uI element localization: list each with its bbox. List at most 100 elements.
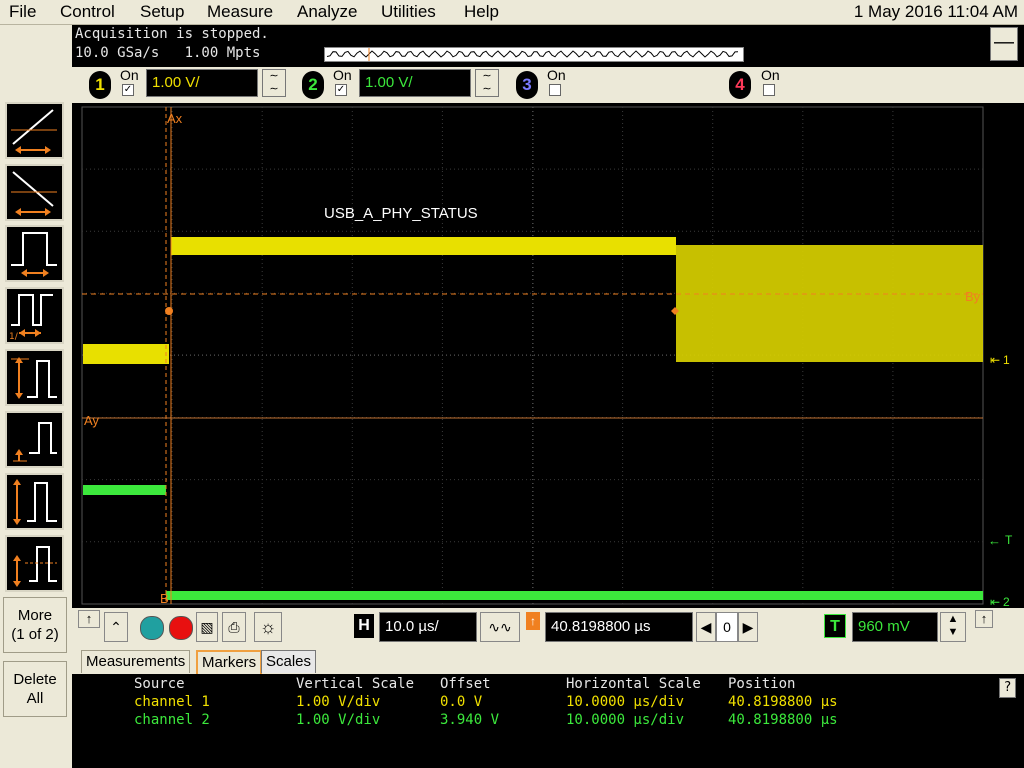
menu-analyze[interactable]: Analyze: [297, 2, 357, 22]
menu-control[interactable]: Control: [60, 2, 115, 22]
single-button[interactable]: ▧: [196, 612, 218, 642]
channel-3-badge[interactable]: 3: [516, 71, 538, 99]
menu-file[interactable]: File: [9, 2, 36, 22]
header-source: Source: [134, 676, 185, 692]
ch1-marker-label: 1: [1003, 353, 1010, 367]
timeline-waveform-icon: [326, 48, 739, 61]
channel-1-scale[interactable]: 1.00 V/: [146, 69, 258, 97]
tab-markers[interactable]: Markers: [196, 650, 263, 674]
channel-4-badge[interactable]: 4: [729, 71, 751, 99]
left-toolbar: 1/ More (1 of 2) Delete All: [0, 25, 72, 768]
position-left-button[interactable]: ◀: [696, 612, 716, 642]
ch2-trace-high: [83, 485, 166, 495]
menu-measure[interactable]: Measure: [207, 2, 273, 22]
transition-icon: [13, 479, 57, 525]
setup-hold-icon: [13, 422, 57, 462]
memory-timeline[interactable]: [324, 47, 744, 62]
period-trigger-button[interactable]: 1/: [5, 287, 64, 344]
row1-source: channel 1: [134, 694, 210, 710]
more-button[interactable]: More (1 of 2): [3, 597, 67, 653]
ch1-trace-low: [83, 344, 169, 364]
zoom-spinner[interactable]: ⌃: [104, 612, 128, 642]
marker-ax-label: Ax: [167, 111, 183, 126]
channel-1-badge[interactable]: 1: [89, 71, 111, 99]
row2-vertical-scale: 1.00 V/div: [296, 712, 381, 728]
falling-edge-trigger-button[interactable]: [5, 164, 64, 221]
row2-offset: 3.940 V: [440, 712, 500, 728]
header-offset: Offset: [440, 676, 491, 692]
position-right-button[interactable]: ▶: [738, 612, 758, 642]
waveform-annotation: USB_A_PHY_STATUS: [324, 205, 478, 222]
channel-bar: 1 On ✓ 1.00 V/ ∼ ∼ 2 On ✓ 1.00 V/ ∼ ∼ 3 On…: [72, 67, 1024, 103]
tab-scales[interactable]: Scales: [261, 650, 317, 673]
ch2-trace-low: [166, 591, 983, 600]
channel-1-checkbox[interactable]: ✓: [122, 84, 134, 96]
falling-edge-icon: [11, 171, 57, 216]
control-strip: ↑ ⌃ ▧ ⎙ ☼ H 10.0 µs/ ∿∿ ↑ 40.8198800 µs …: [72, 608, 1024, 648]
channel-4-checkbox[interactable]: [763, 84, 775, 96]
window-trigger-button[interactable]: [5, 535, 64, 592]
trigger-arrow-icon: ←: [988, 533, 1001, 548]
minimize-button[interactable]: —: [990, 27, 1018, 61]
row2-source: channel 2: [134, 712, 210, 728]
brightness-icon[interactable]: ☼: [254, 612, 282, 642]
ch1-trace-noise: [676, 245, 983, 362]
channel-4-on-label: On: [761, 67, 780, 83]
marker-ay-label: Ay: [84, 413, 99, 428]
trigger-level-field[interactable]: 960 mV: [852, 612, 938, 642]
channel-3-checkbox[interactable]: [549, 84, 561, 96]
horizontal-scale-spinner[interactable]: ∿∿: [480, 612, 520, 642]
reference-position[interactable]: 0: [716, 612, 738, 642]
scales-table: Source Vertical Scale Offset Horizontal …: [72, 674, 1024, 768]
rising-edge-trigger-button[interactable]: [5, 102, 64, 159]
horizontal-label: H: [354, 614, 374, 638]
horizontal-ref-icon: ↑: [526, 612, 540, 630]
menu-utilities[interactable]: Utilities: [381, 2, 436, 22]
trigger-label: T: [824, 614, 846, 638]
row2-horizontal-scale: 10.0000 µs/div: [566, 712, 685, 728]
setup-hold-trigger-button[interactable]: [5, 411, 64, 468]
run-button[interactable]: [140, 616, 164, 640]
delete-all-label: All: [26, 690, 44, 707]
scroll-up-button[interactable]: ↑: [78, 610, 100, 628]
row1-position: 40.8198800 µs: [728, 694, 838, 710]
stop-button[interactable]: [169, 616, 193, 640]
row1-vertical-scale: 1.00 V/div: [296, 694, 381, 710]
more-label: More: [17, 607, 53, 624]
marker-bx-label: B: [160, 591, 169, 606]
tab-measurements[interactable]: Measurements: [81, 650, 191, 673]
datetime: 1 May 2016 11:04 AM: [853, 2, 1018, 21]
trigger-up-arrow[interactable]: ↑: [975, 610, 993, 628]
pulse-width-trigger-button[interactable]: [5, 225, 64, 282]
channel-3-on-label: On: [547, 67, 566, 83]
ch1-trace-high: [171, 237, 676, 255]
channel-2-scale-spinner[interactable]: ∼ ∼: [475, 69, 499, 97]
marker-by-label: By: [965, 289, 981, 304]
waveform-graticule: Ax Ay By B USB_A_PHY_STATUS ⇤ 1 ← T ⇤ 2: [81, 106, 1013, 609]
channel-2-badge[interactable]: 2: [302, 71, 324, 99]
help-button[interactable]: ?: [999, 678, 1016, 698]
menu-setup[interactable]: Setup: [140, 2, 184, 22]
tab-bar: Measurements Markers Scales: [72, 648, 1024, 674]
horizontal-position-field[interactable]: 40.8198800 µs: [545, 612, 693, 642]
marker-ax-dot: [165, 307, 173, 315]
acquisition-header: Acquisition is stopped. 10.0 GSa/s 1.00 …: [72, 25, 1024, 67]
trigger-level-spinner[interactable]: ▲ ▼: [940, 612, 966, 642]
svg-text:1/: 1/: [9, 332, 19, 342]
runt-trigger-button[interactable]: [5, 349, 64, 406]
row1-offset: 0.0 V: [440, 694, 483, 710]
waveform-display[interactable]: Ax Ay By B USB_A_PHY_STATUS ⇤ 1 ← T ⇤ 2: [72, 103, 1024, 609]
channel-2-scale[interactable]: 1.00 V/: [359, 69, 471, 97]
row2-position: 40.8198800 µs: [728, 712, 838, 728]
trigger-level-marker: T: [1005, 533, 1013, 547]
horizontal-scale-field[interactable]: 10.0 µs/: [379, 612, 477, 642]
channel-2-on-label: On: [333, 67, 352, 83]
print-button[interactable]: ⎙: [222, 612, 246, 642]
transition-trigger-button[interactable]: [5, 473, 64, 530]
ch1-ground-marker: ⇤: [990, 353, 1000, 367]
sample-info: 10.0 GSa/s 1.00 Mpts: [75, 45, 261, 61]
menu-help[interactable]: Help: [464, 2, 499, 22]
channel-2-checkbox[interactable]: ✓: [335, 84, 347, 96]
delete-all-button[interactable]: Delete All: [3, 661, 67, 717]
channel-1-scale-spinner[interactable]: ∼ ∼: [262, 69, 286, 97]
